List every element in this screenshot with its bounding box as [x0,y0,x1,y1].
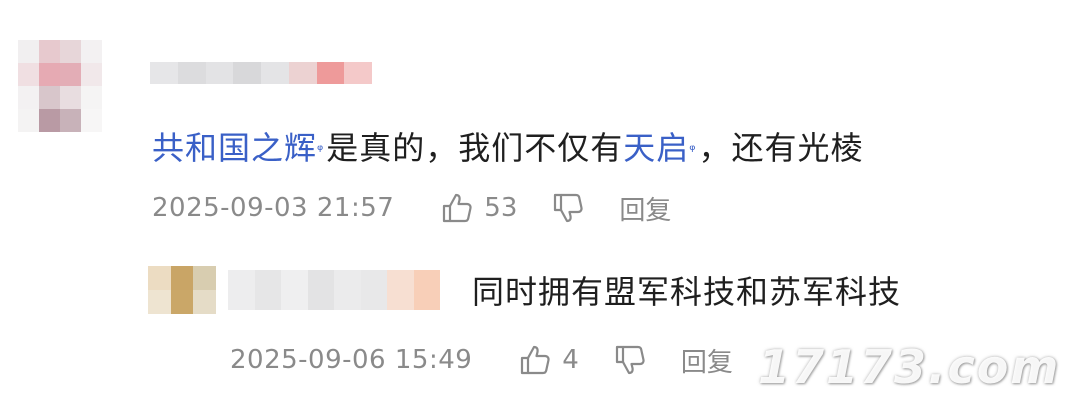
comment-text: 共和国之辉ᵠ是真的，我们不仅有天启ᵠ，还有光棱 [152,126,864,170]
reply-avatar[interactable] [148,266,216,314]
reply-author-name-blurred[interactable] [228,270,440,310]
like-count: 53 [484,193,518,223]
reply-button[interactable]: 回复 [619,190,671,227]
reply-dislike-button[interactable] [613,343,647,377]
like-button[interactable]: 53 [440,191,517,225]
watermark-logo: 17173.com [758,340,1061,394]
reply-text: 同时拥有盟军科技和苏军科技 [472,273,902,311]
reply-timestamp: 2025-09-06 15:49 [230,345,473,375]
commenter-name-blurred[interactable] [150,62,372,84]
search-marker-icon-2[interactable]: ᵠ [689,141,696,159]
search-link-2[interactable]: 天启 [623,129,689,167]
comment-text-part2: ，还有光棱 [698,129,864,167]
comment-timestamp: 2025-09-03 21:57 [152,193,395,223]
thumb-down-icon [554,193,584,223]
thumb-up-icon [443,193,472,223]
reply-like-button[interactable]: 4 [518,343,579,377]
search-link-1[interactable]: 共和国之辉 [152,129,317,167]
comment-meta: 2025-09-03 21:57 53 回复 [152,186,671,230]
thumb-down-icon [615,345,645,375]
dislike-button[interactable] [551,191,585,225]
reply-like-count: 4 [562,345,579,375]
reply-meta: 2025-09-06 15:49 4 回复 [230,338,733,382]
comment-text-part1: 是真的，我们不仅有 [326,129,624,167]
search-marker-icon[interactable]: ᵠ [317,141,324,159]
reply-reply-button[interactable]: 回复 [681,342,733,379]
commenter-avatar[interactable] [18,40,102,132]
thumb-up-icon [521,345,550,375]
